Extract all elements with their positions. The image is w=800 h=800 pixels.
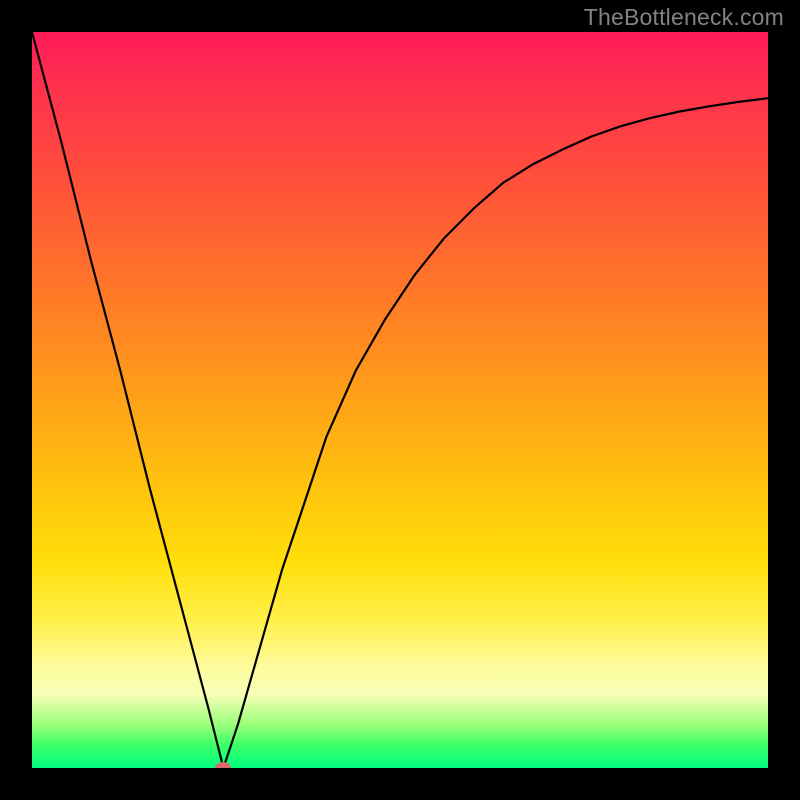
plot-area xyxy=(32,32,768,768)
curve-svg xyxy=(32,32,768,768)
watermark-text: TheBottleneck.com xyxy=(584,4,784,31)
bottleneck-curve xyxy=(32,32,768,768)
vertex-marker xyxy=(215,762,231,768)
chart-frame: TheBottleneck.com xyxy=(0,0,800,800)
